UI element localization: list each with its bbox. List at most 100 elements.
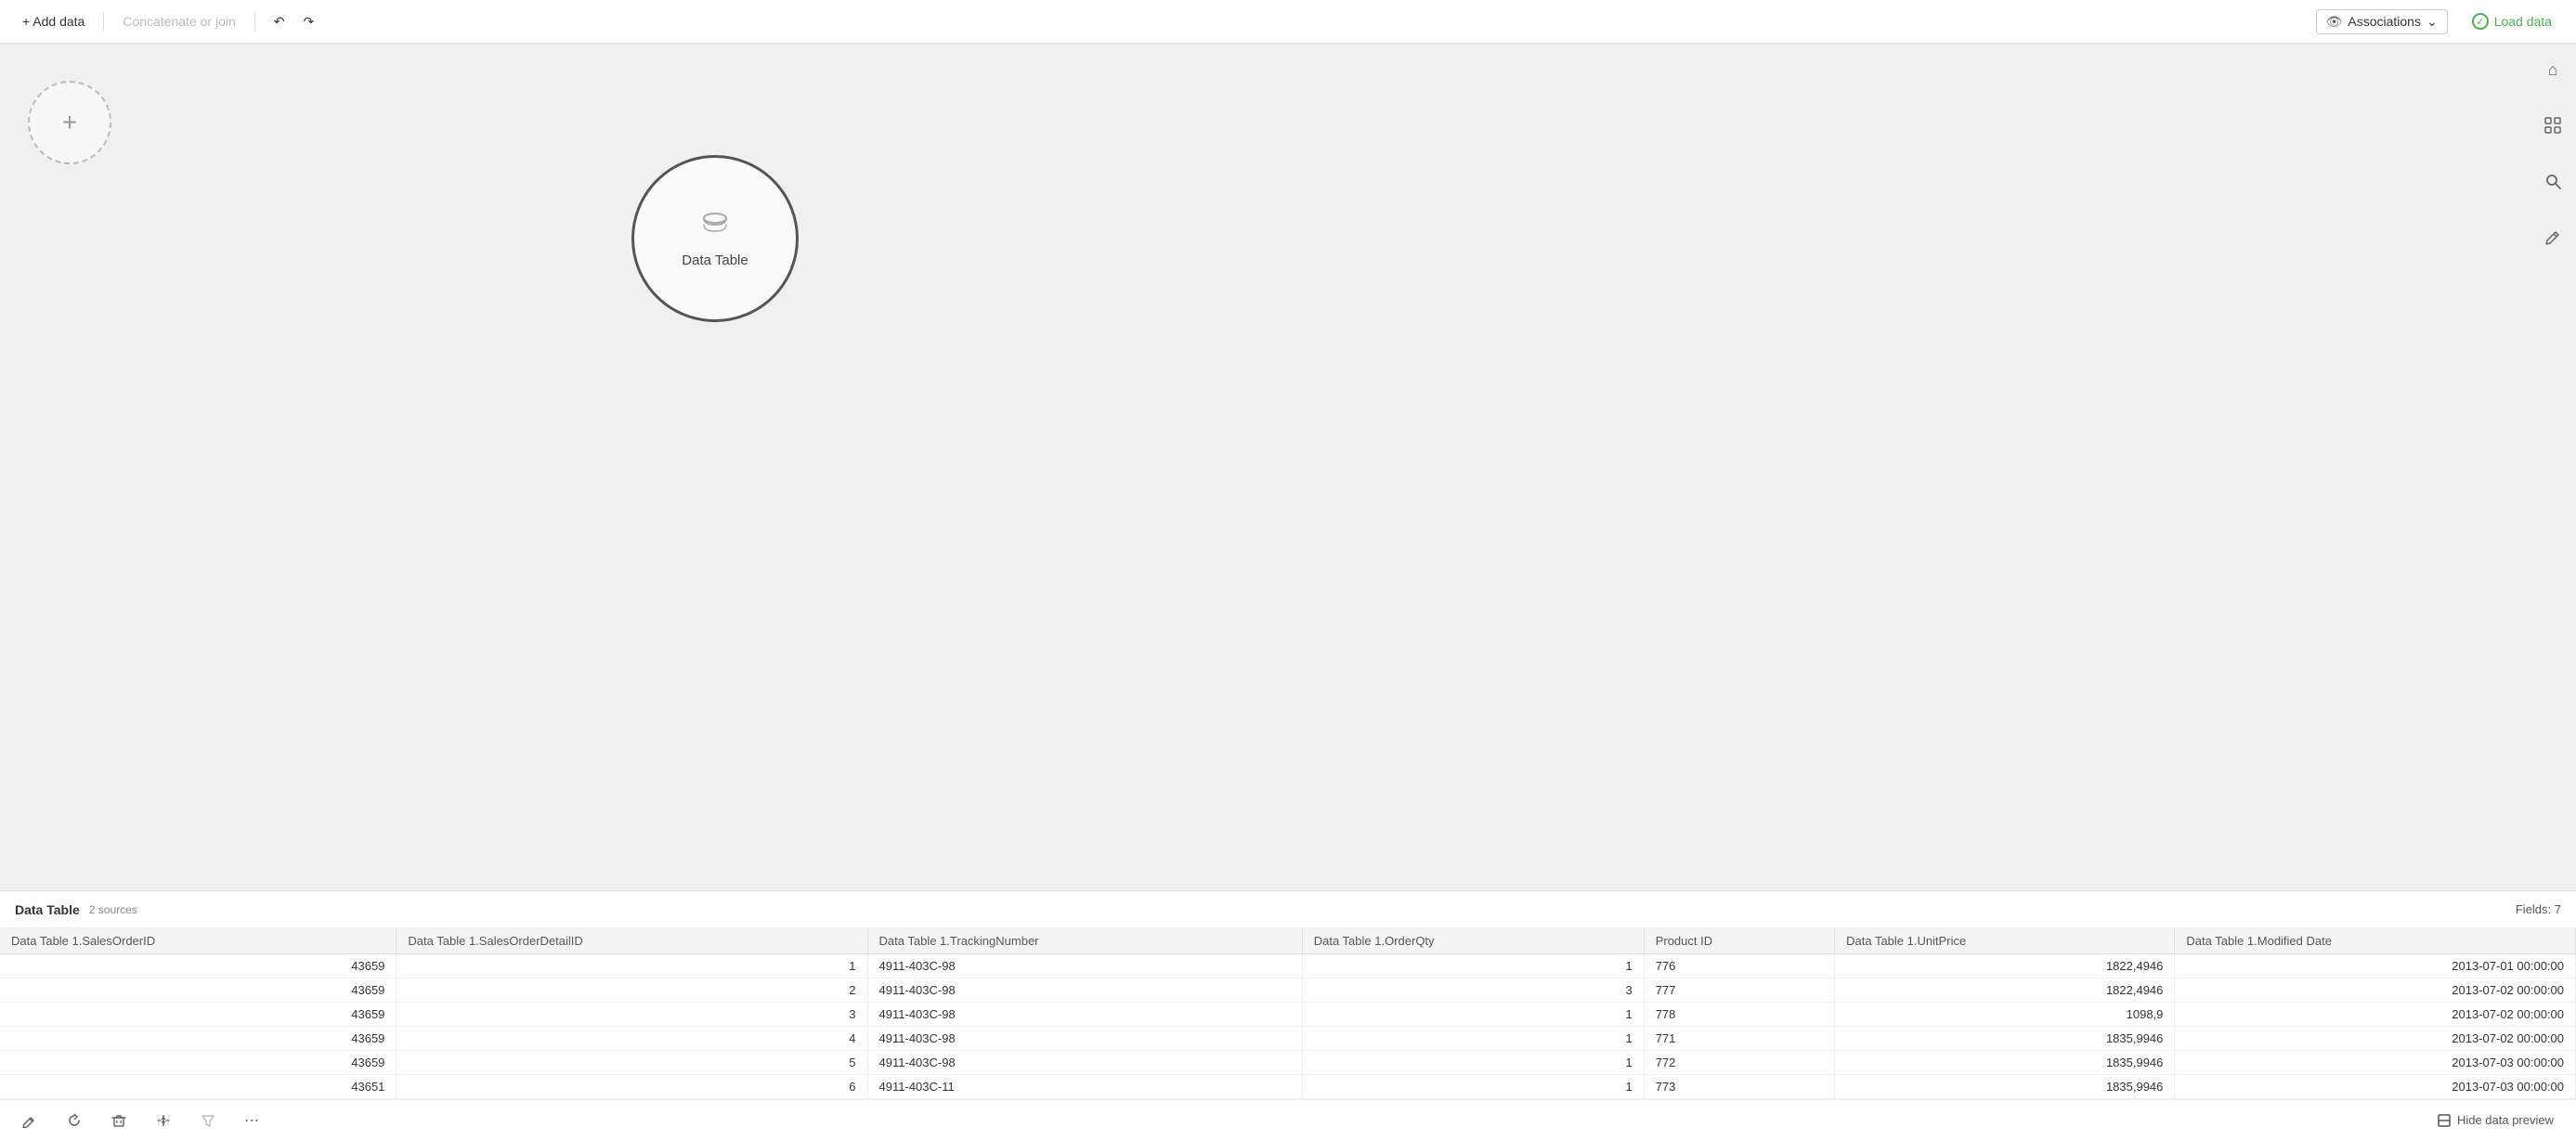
col-header-productid: Product ID (1644, 928, 1834, 954)
bottom-panel-title-group: Data Table 2 sources (15, 902, 137, 917)
table-row: 4365914911-403C-9817761822,49462013-07-0… (0, 954, 2576, 978)
table-cell: 6 (397, 1075, 867, 1099)
table-cell: 4911-403C-98 (867, 954, 1302, 978)
data-table-node-label: Data Table (682, 253, 748, 268)
table-cell: 5 (397, 1051, 867, 1075)
table-row: 4365944911-403C-9817711835,99462013-07-0… (0, 1027, 2576, 1051)
bottom-toolbar: ⋯ Hide data preview (0, 1099, 2576, 1140)
redo-button[interactable]: ↷ (296, 10, 322, 33)
table-cell: 1 (1302, 1003, 1644, 1027)
associations-label: Associations (2348, 14, 2421, 29)
undo-button[interactable]: ↶ (267, 10, 293, 33)
split-button[interactable] (149, 1106, 178, 1135)
grid-icon-button[interactable] (2536, 109, 2569, 142)
table-body: 4365914911-403C-9817761822,49462013-07-0… (0, 954, 2576, 1099)
table-cell: 771 (1644, 1027, 1834, 1051)
table-cell: 43659 (0, 1051, 397, 1075)
bottom-toolbar-left: ⋯ (15, 1106, 267, 1135)
add-data-circle[interactable]: + (28, 81, 111, 164)
table-cell: 4911-403C-11 (867, 1075, 1302, 1099)
data-table-wrapper[interactable]: Data Table 1.SalesOrderID Data Table 1.S… (0, 928, 2576, 1099)
sources-badge: 2 sources (89, 903, 137, 916)
hide-data-preview-button[interactable]: Hide data preview (2429, 1109, 2561, 1132)
associations-eye-icon: 👁 (2326, 14, 2343, 30)
table-cell: 3 (1302, 978, 1644, 1003)
data-preview-table: Data Table 1.SalesOrderID Data Table 1.S… (0, 928, 2576, 1099)
edit-table-button[interactable] (15, 1106, 45, 1135)
table-header: Data Table 1.SalesOrderID Data Table 1.S… (0, 928, 2576, 954)
right-sidebar: ⌂ (2530, 44, 2576, 489)
table-cell: 2013-07-02 00:00:00 (2175, 1027, 2576, 1051)
more-options-button[interactable]: ⋯ (238, 1106, 267, 1135)
col-header-unitprice: Data Table 1.UnitPrice (1835, 928, 2175, 954)
table-cell: 2 (397, 978, 867, 1003)
concatenate-join-button[interactable]: Concatenate or join (115, 10, 242, 32)
table-cell: 778 (1644, 1003, 1834, 1027)
main-toolbar: + Add data Concatenate or join ↶ ↷ 👁 Ass… (0, 0, 2576, 44)
home-icon-button[interactable]: ⌂ (2536, 53, 2569, 86)
load-data-button[interactable]: ✓ Load data (2463, 9, 2561, 33)
data-table-node-icon (700, 209, 730, 245)
fields-count: Fields: 7 (2516, 902, 2561, 916)
table-cell: 1835,9946 (1835, 1027, 2175, 1051)
add-data-plus-icon: + (62, 108, 77, 137)
table-cell: 1835,9946 (1835, 1051, 2175, 1075)
table-cell: 2013-07-02 00:00:00 (2175, 978, 2576, 1003)
table-cell: 1835,9946 (1835, 1075, 2175, 1099)
table-cell: 43659 (0, 1003, 397, 1027)
table-row: 4365164911-403C-1117731835,99462013-07-0… (0, 1075, 2576, 1099)
toolbar-left: + Add data Concatenate or join ↶ ↷ (15, 10, 321, 33)
table-cell: 773 (1644, 1075, 1834, 1099)
col-header-modifieddate: Data Table 1.Modified Date (2175, 928, 2576, 954)
add-data-button[interactable]: + Add data (15, 10, 92, 32)
associations-button[interactable]: 👁 Associations ⌄ (2316, 9, 2448, 34)
table-row: 4365934911-403C-9817781098,92013-07-02 0… (0, 1003, 2576, 1027)
table-cell: 4911-403C-98 (867, 1027, 1302, 1051)
search-icon-button[interactable] (2536, 164, 2569, 198)
col-header-trackingnumber: Data Table 1.TrackingNumber (867, 928, 1302, 954)
associations-chevron-icon: ⌄ (2426, 14, 2438, 30)
delete-button[interactable] (104, 1106, 134, 1135)
table-cell: 2013-07-02 00:00:00 (2175, 1003, 2576, 1027)
filter-button[interactable] (193, 1106, 223, 1135)
table-row: 4365924911-403C-9837771822,49462013-07-0… (0, 978, 2576, 1003)
bottom-panel-header: Data Table 2 sources Fields: 7 (0, 891, 2576, 928)
undo-redo-group: ↶ ↷ (267, 10, 321, 33)
hide-preview-label: Hide data preview (2457, 1113, 2554, 1127)
table-cell: 3 (397, 1003, 867, 1027)
col-header-salesorderid: Data Table 1.SalesOrderID (0, 928, 397, 954)
table-row: 4365954911-403C-9817721835,99462013-07-0… (0, 1051, 2576, 1075)
table-cell: 43651 (0, 1075, 397, 1099)
table-cell: 1 (1302, 1051, 1644, 1075)
toolbar-divider2 (254, 12, 255, 31)
table-cell: 1 (1302, 1027, 1644, 1051)
table-cell: 1822,4946 (1835, 978, 2175, 1003)
table-cell: 777 (1644, 978, 1834, 1003)
bottom-panel-table-name: Data Table (15, 902, 80, 917)
col-header-salesorderdetailid: Data Table 1.SalesOrderDetailID (397, 928, 867, 954)
table-cell: 4911-403C-98 (867, 978, 1302, 1003)
table-cell: 4 (397, 1027, 867, 1051)
refresh-button[interactable] (59, 1106, 89, 1135)
load-data-label: Load data (2494, 14, 2552, 29)
table-cell: 1 (1302, 1075, 1644, 1099)
data-table-node[interactable]: Data Table (631, 155, 799, 322)
bottom-toolbar-right: Hide data preview (2429, 1109, 2561, 1132)
bottom-panel: Data Table 2 sources Fields: 7 Data Tabl… (0, 890, 2576, 1140)
table-cell: 2013-07-03 00:00:00 (2175, 1075, 2576, 1099)
table-cell: 1098,9 (1835, 1003, 2175, 1027)
table-cell: 2013-07-01 00:00:00 (2175, 954, 2576, 978)
toolbar-right: 👁 Associations ⌄ ✓ Load data (2316, 9, 2561, 34)
table-cell: 4911-403C-98 (867, 1051, 1302, 1075)
edit-icon-button[interactable] (2536, 220, 2569, 253)
table-cell: 772 (1644, 1051, 1834, 1075)
table-cell: 43659 (0, 978, 397, 1003)
canvas-area: + Data Table ⌂ (0, 44, 2576, 489)
table-cell: 43659 (0, 1027, 397, 1051)
table-cell: 776 (1644, 954, 1834, 978)
table-cell: 4911-403C-98 (867, 1003, 1302, 1027)
table-cell: 43659 (0, 954, 397, 978)
header-row: Data Table 1.SalesOrderID Data Table 1.S… (0, 928, 2576, 954)
table-cell: 1 (397, 954, 867, 978)
table-cell: 1822,4946 (1835, 954, 2175, 978)
